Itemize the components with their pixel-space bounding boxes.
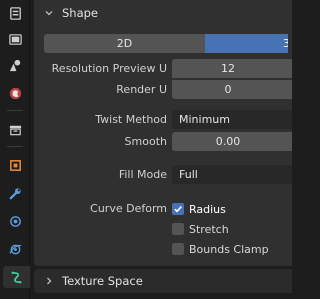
tab-view-layer[interactable]: [3, 82, 27, 104]
tab-object[interactable]: [3, 154, 27, 176]
dimensions-2d-button[interactable]: 2D: [44, 34, 205, 53]
smooth-row: Smooth 0.00: [34, 132, 292, 152]
twist-method-label: Twist Method: [95, 113, 167, 126]
modifier-wrench-icon: [9, 187, 21, 199]
section-title: Texture Space: [62, 274, 143, 288]
twist-method-row: Twist Method Minimum: [34, 110, 292, 130]
tab-physics[interactable]: [3, 238, 27, 260]
dimensions-toggle: 2D 3D: [44, 34, 288, 53]
checkbox-unchecked[interactable]: [172, 223, 184, 235]
texture-space-section-header[interactable]: Texture Space: [34, 269, 292, 293]
render-u-row: Render U 0: [34, 80, 292, 100]
bounds-clamp-checkbox[interactable]: Bounds Clamp: [172, 240, 269, 258]
properties-panel: Shape 2D 3D Resolution Preview U 12 Rend…: [30, 0, 292, 299]
smooth-label: Smooth: [124, 135, 167, 148]
shape-section: Shape 2D 3D Resolution Preview U 12 Rend…: [34, 0, 292, 266]
output-icon: [9, 59, 20, 71]
tab-separator: [7, 146, 23, 147]
fill-mode-dropdown[interactable]: Full: [172, 165, 292, 184]
view-layer-icon: [9, 87, 21, 99]
properties-tab-bar: [0, 0, 30, 299]
render-u-field[interactable]: 0: [172, 80, 292, 99]
scene-icon: [9, 125, 21, 135]
radius-label: Radius: [189, 202, 226, 216]
resolution-preview-u-row: Resolution Preview U 12: [34, 59, 292, 79]
render-u-label: Render U: [116, 83, 167, 96]
resolution-preview-u-label: Resolution Preview U: [51, 62, 167, 75]
curve-deform-label: Curve Deform: [90, 202, 167, 215]
smooth-slider[interactable]: 0.00: [172, 132, 292, 151]
object-icon: [9, 159, 21, 171]
chevron-down-icon: [45, 11, 53, 16]
curve-deform-row: Curve Deform: [34, 199, 292, 219]
tab-modifiers[interactable]: [3, 182, 27, 204]
checkmark-icon: [174, 206, 182, 213]
tab-tool[interactable]: [3, 2, 27, 24]
texture-space-section: Texture Space: [34, 269, 292, 293]
fill-mode-label: Fill Mode: [118, 168, 167, 181]
checkbox-checked[interactable]: [172, 203, 184, 215]
radius-checkbox[interactable]: Radius: [172, 200, 226, 218]
resolution-preview-u-field[interactable]: 12: [172, 59, 292, 78]
tab-separator: [7, 110, 23, 111]
bounds-clamp-label: Bounds Clamp: [189, 242, 269, 256]
chevron-right-icon: [47, 277, 52, 285]
dimensions-3d-button[interactable]: 3D: [205, 34, 288, 53]
curve-data-icon: [11, 271, 22, 283]
render-icon: [8, 33, 22, 45]
particles-icon: [9, 215, 21, 227]
twist-method-dropdown[interactable]: Minimum: [172, 110, 292, 129]
stretch-checkbox[interactable]: Stretch: [172, 220, 229, 238]
tab-output[interactable]: [3, 54, 27, 76]
stretch-label: Stretch: [189, 222, 229, 236]
fill-mode-row: Fill Mode Full: [34, 165, 292, 185]
tab-render[interactable]: [3, 28, 27, 50]
tab-scene[interactable]: [3, 118, 27, 140]
tab-particles[interactable]: [3, 210, 27, 232]
tool-icon: [9, 6, 21, 20]
tab-curve-data[interactable]: [3, 266, 30, 288]
physics-icon: [8, 244, 21, 254]
section-title: Shape: [62, 6, 99, 20]
checkbox-unchecked[interactable]: [172, 243, 184, 255]
shape-section-header[interactable]: Shape: [34, 0, 292, 26]
